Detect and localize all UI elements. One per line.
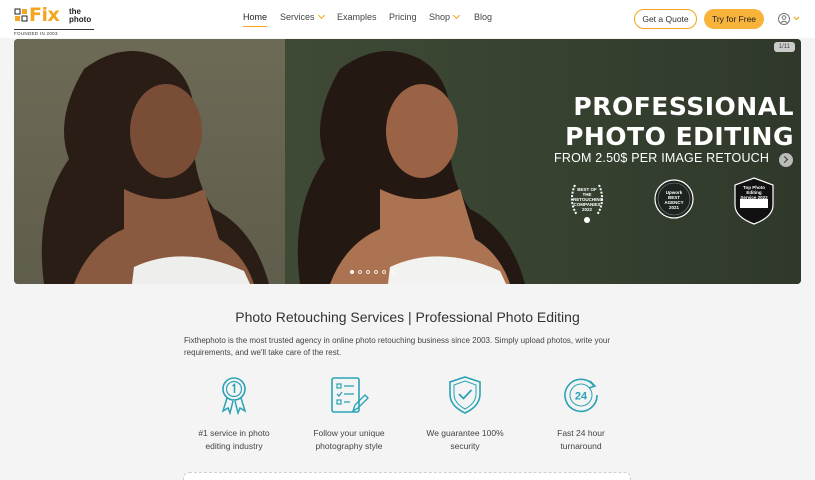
feature-label-line: security [450, 441, 480, 451]
feature-turnaround: 24 Fast 24 hour turnaround [531, 375, 631, 453]
feature-security: We guarantee 100% security [415, 375, 515, 453]
feature-number-one: #1 service in photo editing industry [184, 375, 284, 453]
hero-title: PROFESSIONAL PHOTO EDITING [554, 92, 794, 152]
feature-label-line: #1 service in photo [198, 428, 270, 438]
try-for-free-button[interactable]: Try for Free [704, 9, 764, 29]
logo-grid-icon [14, 8, 28, 22]
clock-24-icon: 24 [564, 378, 598, 413]
logo-photo-text: photo [69, 15, 92, 24]
feature-label-line: Follow your unique [313, 428, 385, 438]
nav-examples-label: Examples [337, 12, 377, 22]
fixthephoto-logo[interactable]: Fix the photo FOUNDED IN 2003 [14, 4, 98, 37]
slide-counter: 1/11 [773, 42, 795, 52]
feature-label-line: We guarantee 100% [426, 428, 504, 438]
slider-dot[interactable] [366, 270, 370, 274]
nav-shop[interactable]: Shop [429, 11, 461, 22]
before-photo [14, 39, 285, 284]
feature-label-line: editing industry [205, 441, 263, 451]
badge-upwork-text: Upwork BEST AGENCY 2021 [664, 190, 684, 210]
slider-dot[interactable] [350, 270, 354, 274]
logo-fix-text: Fix [29, 4, 60, 26]
award-badge-retouching: BEST OF THE RETOUCHING COMPANIES 2022 [565, 177, 609, 225]
nav-pricing-label: Pricing [389, 12, 417, 22]
nav-home-label: Home [243, 12, 268, 22]
award-badge-top-service: Top Photo Editing Service 2022 [732, 177, 776, 225]
user-account-icon[interactable] [777, 12, 803, 26]
section-title: Photo Retouching Services | Professional… [235, 309, 580, 325]
section-description: Fixthephoto is the most trusted agency i… [184, 336, 611, 357]
nav-services-label: Services [280, 12, 315, 22]
next-slide-button[interactable] [779, 153, 793, 167]
slider-dot[interactable] [382, 270, 386, 274]
nav-shop-label: Shop [429, 12, 451, 22]
feature-turnaround-label: Fast 24 hour turnaround [531, 427, 631, 453]
feature-security-label: We guarantee 100% security [415, 427, 515, 453]
nav-home[interactable]: Home [243, 12, 268, 27]
chevron-down-icon [317, 11, 325, 20]
nav-pricing[interactable]: Pricing [389, 12, 417, 22]
feature-label-line: photography style [315, 441, 383, 451]
slider-dot[interactable] [358, 270, 362, 274]
feature-unique-style-label: Follow your unique photography style [299, 427, 399, 453]
nav-blog[interactable]: Blog [474, 12, 492, 22]
slider-pagination [350, 270, 394, 274]
feature-label-line: turnaround [560, 441, 602, 451]
hero-title-line2: PHOTO EDITING [565, 122, 794, 151]
feature-label-line: Fast 24 hour [557, 428, 605, 438]
svg-text:24: 24 [575, 391, 588, 403]
feature-unique-style: Follow your unique photography style [299, 375, 399, 453]
badge-top-service-text: Top Photo Editing Service 2022 [740, 185, 768, 200]
hero-slider: 1/11 PROFESSIONAL PHOTO EDITING FROM 2.5… [14, 39, 801, 284]
slider-dot[interactable] [374, 270, 378, 274]
slider-dot[interactable] [390, 270, 394, 274]
checklist-icon [331, 377, 369, 413]
hero-title-line1: PROFESSIONAL [573, 92, 794, 121]
logo-founded-text: FOUNDED IN 2003 [14, 29, 94, 36]
nav-services[interactable]: Services [280, 11, 325, 22]
portrait-before-image [41, 51, 270, 284]
badge-retouching-text: BEST OF THE RETOUCHING COMPANIES 2022 [573, 187, 604, 212]
chevron-down-icon [452, 11, 461, 20]
award-badge-upwork: Upwork BEST AGENCY 2021 [652, 177, 696, 225]
hero-subtitle: FROM 2.50$ PER IMAGE RETOUCH [554, 151, 770, 165]
award-ribbon-icon [221, 377, 247, 415]
upload-box[interactable] [183, 472, 631, 480]
shield-check-icon [449, 376, 481, 414]
nav-blog-label: Blog [474, 12, 493, 22]
get-a-quote-button[interactable]: Get a Quote [634, 9, 697, 29]
site-header: Fix the photo FOUNDED IN 2003 Home Servi… [0, 0, 815, 38]
feature-number-one-label: #1 service in photo editing industry [184, 427, 284, 453]
nav-examples[interactable]: Examples [337, 12, 377, 22]
